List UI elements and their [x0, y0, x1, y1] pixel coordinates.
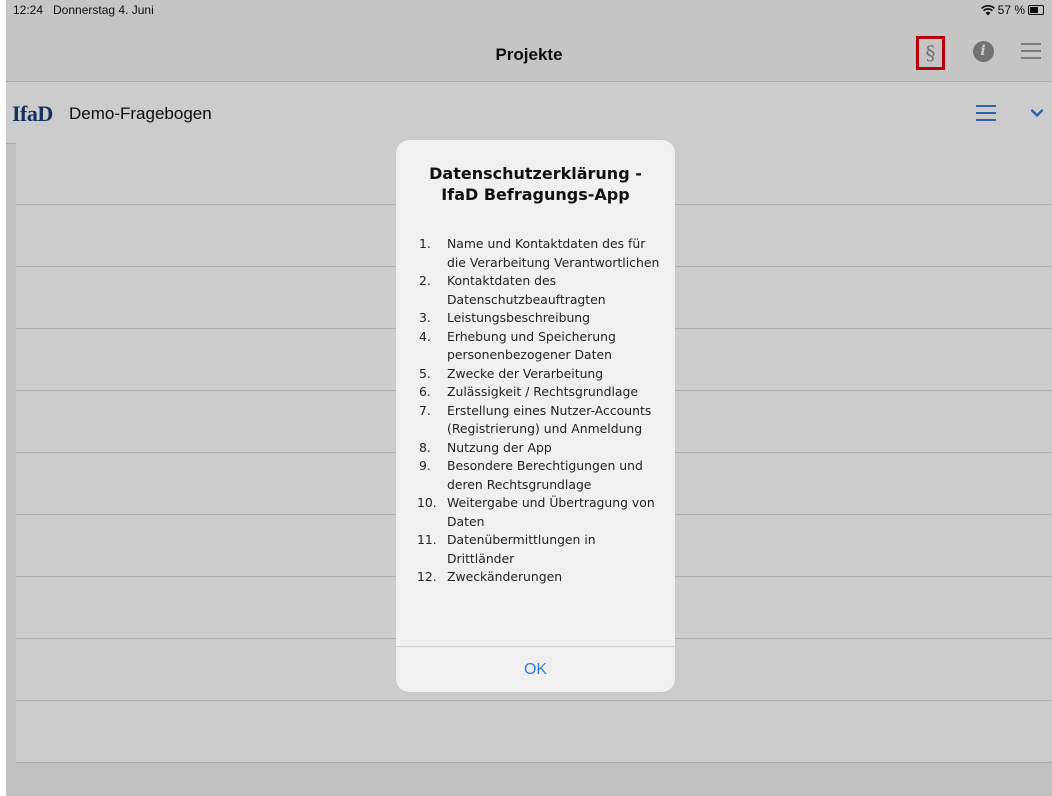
dialog-content[interactable]: 1. Name und Kontaktdaten des für die Vera…	[396, 235, 675, 628]
ok-button[interactable]: OK	[396, 647, 675, 692]
list-item: 10. Weitergabe und Übertragung von Daten	[417, 495, 655, 529]
privacy-topics-list: 1. Name und Kontaktdaten des für die Vera…	[396, 235, 675, 587]
list-item: 5. Zwecke der Verarbeitung	[419, 365, 604, 381]
list-item: 8. Nutzung der App	[419, 439, 552, 455]
list-item: 11. Datenübermittlungen in Drittländer	[417, 532, 596, 566]
privacy-dialog: Datenschutzerklärung - IfaD Befragungs-A…	[396, 140, 675, 692]
ipad-screen: 12:24 Donnerstag 4. Juni 57 % Projekte §…	[6, 0, 1052, 796]
list-item: 1. Name und Kontaktdaten des für die Vera…	[419, 236, 660, 270]
list-item: 7. Erstellung eines Nutzer-Accounts (Regi…	[419, 402, 652, 437]
dialog-title: Datenschutzerklärung - IfaD Befragungs-A…	[429, 164, 642, 204]
list-item: 3. Leistungsbeschreibung	[419, 310, 591, 325]
list-item: 6. Zulässigkeit / Rechtsgrundlage	[419, 384, 639, 399]
dialog-footer: OK	[396, 646, 675, 692]
list-item: 2. Kontaktdaten des Datenschutzbeauftragt…	[419, 273, 606, 307]
list-item: 4. Erhebung und Speicherung personenbezog…	[419, 328, 616, 363]
list-item: 9. Besondere Berechtigungen und deren Rec…	[419, 458, 643, 492]
list-item: 12. Zweckänderungen	[417, 569, 563, 584]
